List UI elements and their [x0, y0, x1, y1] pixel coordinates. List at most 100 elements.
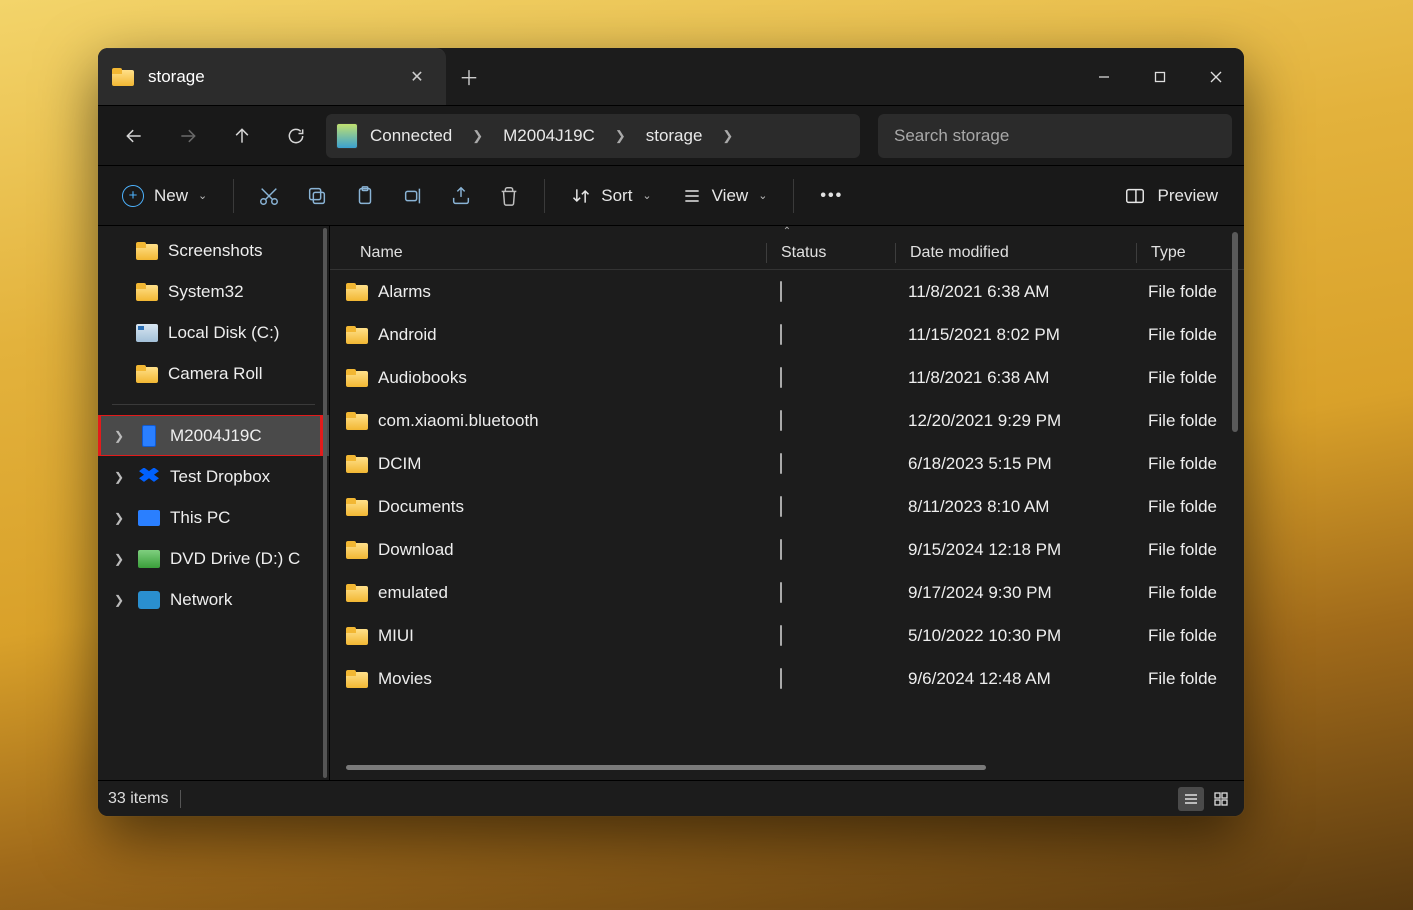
phone-status-icon	[780, 367, 782, 388]
breadcrumb[interactable]: Connected ❯ M2004J19C ❯ storage ❯	[326, 114, 860, 158]
sidebar-item[interactable]: System32	[98, 271, 329, 312]
file-row[interactable]: MIUI5/10/2022 10:30 PMFile folde	[330, 614, 1244, 657]
col-status[interactable]: Status	[767, 244, 895, 262]
sidebar-item-label: Camera Roll	[168, 364, 262, 384]
minimize-button[interactable]	[1076, 48, 1132, 105]
sidebar-item[interactable]: ❯Network	[98, 579, 329, 620]
file-name: Documents	[378, 497, 464, 517]
close-button[interactable]	[1188, 48, 1244, 105]
sidebar-scrollbar[interactable]	[323, 228, 327, 778]
disk-icon	[136, 324, 158, 342]
file-row[interactable]: com.xiaomi.bluetooth12/20/2021 9:29 PMFi…	[330, 399, 1244, 442]
sidebar-item[interactable]: Camera Roll	[98, 353, 329, 394]
horizontal-scrollbar[interactable]	[346, 765, 986, 770]
paste-icon[interactable]	[344, 175, 386, 217]
folder-icon	[346, 541, 368, 559]
phone-status-icon	[780, 539, 782, 560]
delete-icon[interactable]	[488, 175, 530, 217]
maximize-button[interactable]	[1132, 48, 1188, 105]
chevron-right-icon[interactable]: ❯	[110, 509, 128, 527]
col-type[interactable]: Type	[1137, 244, 1244, 262]
file-name: Audiobooks	[378, 368, 467, 388]
file-name: Download	[378, 540, 454, 560]
sidebar-item[interactable]: ❯M2004J19C	[98, 415, 329, 456]
file-type: File folde	[1134, 626, 1244, 646]
folder-icon	[346, 326, 368, 344]
new-button[interactable]: + New ⌄	[110, 174, 219, 218]
nav-bar: Connected ❯ M2004J19C ❯ storage ❯ Search…	[98, 106, 1244, 166]
column-headers: Name Status Date modified Type	[330, 236, 1244, 270]
crumb-device[interactable]: M2004J19C	[497, 122, 601, 150]
col-date[interactable]: Date modified	[896, 244, 1136, 262]
sidebar-item[interactable]: ❯This PC	[98, 497, 329, 538]
sidebar-item[interactable]: Local Disk (C:)	[98, 312, 329, 353]
rename-icon[interactable]	[392, 175, 434, 217]
sort-button[interactable]: Sort ⌄	[559, 174, 663, 218]
phone-status-icon	[780, 625, 782, 646]
file-name: Android	[378, 325, 437, 345]
sidebar-item[interactable]: ❯Test Dropbox	[98, 456, 329, 497]
file-row[interactable]: Documents8/11/2023 8:10 AMFile folde	[330, 485, 1244, 528]
search-input[interactable]: Search storage	[878, 114, 1232, 158]
file-row[interactable]: Audiobooks11/8/2021 6:38 AMFile folde	[330, 356, 1244, 399]
file-type: File folde	[1134, 411, 1244, 431]
tab-title: storage	[148, 67, 388, 87]
chevron-right-icon[interactable]: ❯	[110, 591, 128, 609]
folder-icon	[346, 283, 368, 301]
back-button[interactable]	[110, 114, 158, 158]
file-date: 9/17/2024 9:30 PM	[894, 583, 1134, 603]
file-type: File folde	[1134, 669, 1244, 689]
preview-label: Preview	[1158, 186, 1218, 206]
phone-status-icon	[780, 324, 782, 345]
folder-icon	[112, 68, 134, 86]
tab-close-icon[interactable]: ✕	[402, 62, 432, 92]
share-icon[interactable]	[440, 175, 482, 217]
file-pane: ⌃ Name Status Date modified Type Alarms1…	[330, 226, 1244, 780]
copy-icon[interactable]	[296, 175, 338, 217]
dvd-icon	[138, 550, 160, 568]
chevron-down-icon: ⌄	[198, 189, 207, 202]
more-button[interactable]: •••	[808, 187, 855, 205]
chevron-right-icon[interactable]: ❯	[110, 468, 128, 486]
file-name: MIUI	[378, 626, 414, 646]
window-controls	[1076, 48, 1244, 105]
new-label: New	[154, 186, 188, 206]
file-row[interactable]: Android11/15/2021 8:02 PMFile folde	[330, 313, 1244, 356]
file-row[interactable]: Movies9/6/2024 12:48 AMFile folde	[330, 657, 1244, 700]
command-bar: + New ⌄ Sort ⌄ View ⌄ ••• Preview	[98, 166, 1244, 226]
new-tab-button[interactable]: ＋	[446, 48, 492, 105]
search-placeholder: Search storage	[894, 126, 1009, 146]
vertical-scrollbar[interactable]	[1232, 232, 1238, 432]
crumb-folder[interactable]: storage	[640, 122, 709, 150]
file-row[interactable]: DCIM6/18/2023 5:15 PMFile folde	[330, 442, 1244, 485]
tab-storage[interactable]: storage ✕	[98, 48, 446, 105]
up-button[interactable]	[218, 114, 266, 158]
file-type: File folde	[1134, 497, 1244, 517]
file-row[interactable]: Alarms11/8/2021 6:38 AMFile folde	[330, 270, 1244, 313]
sidebar: Screenshots System32Local Disk (C:) Camera…	[98, 226, 330, 780]
refresh-button[interactable]	[272, 114, 320, 158]
pc-icon	[138, 510, 160, 526]
network-icon	[138, 591, 160, 609]
thumbnails-view-button[interactable]	[1208, 787, 1234, 811]
preview-toggle[interactable]: Preview	[1124, 185, 1232, 207]
file-row[interactable]: Download9/15/2024 12:18 PMFile folde	[330, 528, 1244, 571]
forward-button[interactable]	[164, 114, 212, 158]
crumb-connected[interactable]: Connected	[364, 122, 458, 150]
chevron-right-icon[interactable]: ❯	[110, 550, 128, 568]
sidebar-item-label: Screenshots	[168, 241, 263, 261]
divider	[793, 179, 794, 213]
view-label: View	[712, 186, 749, 206]
chevron-down-icon: ⌄	[642, 189, 651, 202]
details-view-button[interactable]	[1178, 787, 1204, 811]
chevron-right-icon: ❯	[607, 128, 634, 144]
file-date: 11/8/2021 6:38 AM	[894, 368, 1134, 388]
col-name[interactable]: Name	[330, 244, 766, 262]
sidebar-item[interactable]: ❯DVD Drive (D:) C	[98, 538, 329, 579]
chevron-right-icon[interactable]: ❯	[110, 427, 128, 445]
view-button[interactable]: View ⌄	[670, 174, 780, 218]
cut-icon[interactable]	[248, 175, 290, 217]
file-row[interactable]: emulated9/17/2024 9:30 PMFile folde	[330, 571, 1244, 614]
sidebar-item[interactable]: Screenshots	[98, 230, 329, 271]
file-date: 12/20/2021 9:29 PM	[894, 411, 1134, 431]
